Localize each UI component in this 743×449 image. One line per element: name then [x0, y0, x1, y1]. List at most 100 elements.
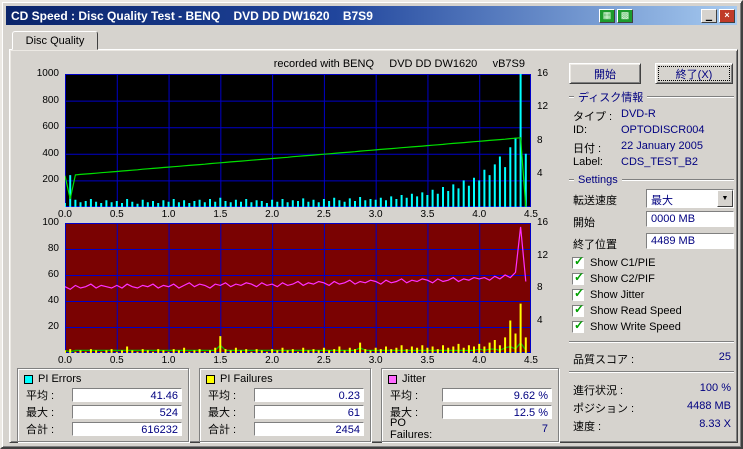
jitter-legend: Jitter 平均 : 9.62 % 最大 : 12.5 % PO Failur… [381, 368, 559, 442]
checkbox-show-read-speed[interactable]: ✓ Show Read Speed [572, 304, 682, 318]
close-button[interactable]: × [719, 9, 735, 23]
legend-title-text: Jitter [402, 373, 426, 385]
axis-tick-label: 400 [42, 148, 59, 159]
axis-tick-label: 8 [537, 135, 543, 146]
axis-tick-label: 16 [537, 68, 548, 79]
pi-errors-swatch [24, 375, 33, 384]
stat-value: 524 [72, 405, 182, 419]
checkbox-label: Show Write Speed [590, 321, 681, 333]
app-window: CD Speed : Disc Quality Test - BENQ DVD … [0, 0, 743, 449]
transfer-rate-value: 最大 [647, 190, 717, 207]
disc-id-label: ID: [573, 124, 587, 136]
combo-dropdown-button[interactable]: ▼ [717, 190, 733, 207]
start-button[interactable]: 開始 [569, 63, 641, 84]
start-position-field[interactable]: 0000 MB [646, 211, 734, 227]
minimize-button[interactable]: ▁ [701, 9, 717, 23]
axis-tick-label: 1.5 [213, 209, 227, 220]
axis-tick-label: 200 [42, 174, 59, 185]
section-dash [569, 179, 574, 181]
end-position-field[interactable]: 4489 MB [646, 233, 734, 249]
check-icon: ✓ [574, 286, 584, 300]
check-icon: ✓ [574, 270, 584, 284]
axis-tick-label: 16 [537, 217, 548, 228]
stat-label: 平均 : [390, 387, 418, 403]
separator [569, 341, 734, 343]
axis-tick-label: 800 [42, 95, 59, 106]
stat-label: 合計 : [26, 421, 54, 437]
checkbox-box[interactable]: ✓ [572, 321, 584, 333]
axis-tick-label: 0.0 [58, 355, 72, 366]
axis-tick-label: 2.0 [265, 355, 279, 366]
minimize-icon: ▁ [706, 12, 712, 21]
pi-errors-legend: PI Errors 平均 : 41.46 最大 : 524 合計 : 61623… [17, 368, 189, 442]
titlebar[interactable]: CD Speed : Disc Quality Test - BENQ DVD … [6, 6, 737, 25]
checkbox-show-c1-pie[interactable]: ✓ Show C1/PIE [572, 256, 655, 270]
pi-failures-legend: PI Failures 平均 : 0.23 最大 : 61 合計 : 2454 [199, 368, 371, 442]
axis-tick-label: 3.5 [420, 209, 434, 220]
stat-value: 2454 [254, 422, 364, 436]
axis-tick-label: 2.5 [317, 209, 331, 220]
check-icon: ✓ [574, 302, 584, 316]
start-position-label: 開始 [573, 214, 595, 230]
axis-tick-label: 2.0 [265, 209, 279, 220]
separator [569, 371, 734, 373]
check-icon: ✓ [574, 254, 584, 268]
checkbox-label: Show C1/PIE [590, 257, 655, 269]
titlebar-tool-button-1[interactable]: ▦ [599, 9, 615, 23]
disc-label-value: CDS_TEST_B2 [621, 156, 698, 168]
legend-row: PO Failures: 7 [382, 420, 558, 437]
section-line [647, 96, 734, 98]
stat-value: 9.62 % [442, 388, 552, 402]
section-line [622, 179, 734, 181]
pi-errors-chart [65, 74, 531, 207]
pi-chart-right-axis: 161284 [533, 74, 563, 207]
legend-row: 合計 : 616232 [18, 420, 188, 437]
speed-value: 8.33 X [699, 418, 731, 430]
checkbox-label: Show Jitter [590, 289, 644, 301]
stat-value: 616232 [72, 422, 182, 436]
exit-button[interactable]: 終了(X) [655, 63, 733, 84]
axis-tick-label: 80 [48, 243, 59, 254]
axis-tick-label: 60 [48, 269, 59, 280]
end-position-label: 終了位置 [573, 236, 617, 252]
axis-tick-label: 4 [537, 168, 543, 179]
stat-label: 平均 : [208, 387, 236, 403]
titlebar-tool-button-2[interactable]: ▩ [617, 9, 633, 23]
chart-recording-header: recorded with BENQ DVD DD DW1620 vB7S9 [65, 58, 531, 71]
legend-row: 平均 : 9.62 % [382, 386, 558, 403]
checkbox-label: Show C2/PIF [590, 273, 655, 285]
checkbox-box[interactable]: ✓ [572, 305, 584, 317]
position-label: ポジション : [573, 400, 634, 416]
checkbox-show-write-speed[interactable]: ✓ Show Write Speed [572, 320, 681, 334]
disc-label-label: Label: [573, 156, 603, 168]
axis-tick-label: 4.0 [472, 355, 486, 366]
stat-label: 最大 : [26, 404, 54, 420]
legend-row: 最大 : 61 [200, 403, 370, 420]
section-dash [569, 96, 574, 98]
checkbox-show-c2-pif[interactable]: ✓ Show C2/PIF [572, 272, 655, 286]
disc-type-label: タイプ : [573, 108, 612, 124]
tab-disc-quality[interactable]: Disc Quality [12, 31, 98, 50]
axis-tick-label: 3.0 [369, 355, 383, 366]
checkbox-box[interactable]: ✓ [572, 257, 584, 269]
stat-label: PO Failures: [390, 417, 448, 441]
checkbox-box[interactable]: ✓ [572, 289, 584, 301]
stat-value: 7 [448, 423, 552, 435]
check-icon: ✓ [574, 318, 584, 332]
axis-tick-label: 3.0 [369, 209, 383, 220]
axis-tick-label: 1.0 [162, 209, 176, 220]
checkbox-show-jitter[interactable]: ✓ Show Jitter [572, 288, 644, 302]
pi-failures-swatch [206, 375, 215, 384]
axis-tick-label: 4 [537, 315, 543, 326]
jitter-swatch [388, 375, 397, 384]
checkbox-box[interactable]: ✓ [572, 273, 584, 285]
quality-score-value: 25 [719, 351, 731, 363]
pi-errors-legend-title: PI Errors [18, 372, 188, 386]
stat-label: 最大 : [208, 404, 236, 420]
quality-score-label: 品質スコア : [573, 351, 634, 367]
close-icon: × [724, 11, 729, 20]
transfer-rate-select[interactable]: 最大 ▼ [646, 189, 734, 208]
speed-label: 速度 : [573, 418, 601, 434]
axis-tick-label: 100 [42, 217, 59, 228]
stat-label: 合計 : [208, 421, 236, 437]
